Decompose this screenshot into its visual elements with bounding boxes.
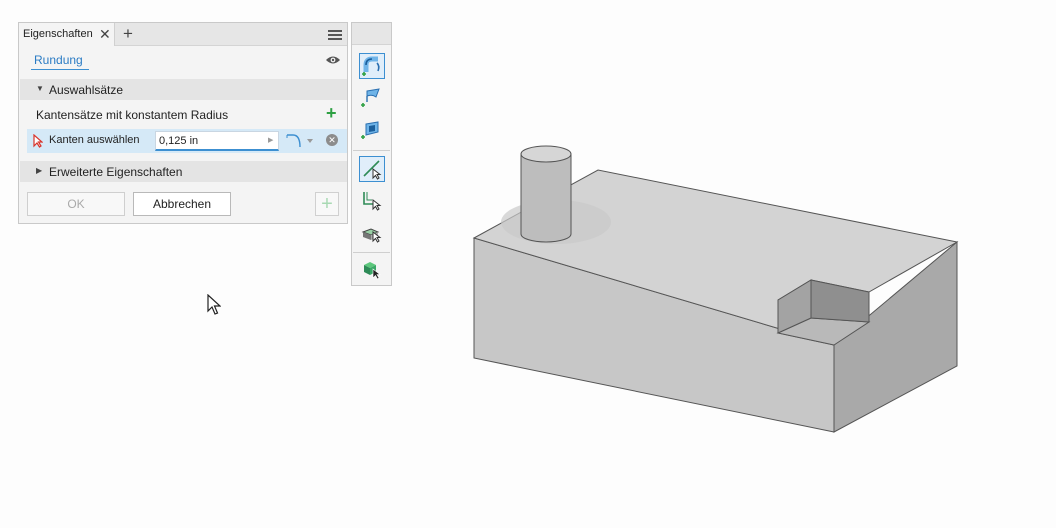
full-round-fillet-tool-icon[interactable] xyxy=(359,117,385,143)
section-advanced-properties-label: Erweiterte Eigenschaften xyxy=(49,165,183,179)
add-tab-icon[interactable]: + xyxy=(123,24,133,44)
cancel-button[interactable]: Abbrechen xyxy=(133,192,231,216)
toolbar-separator xyxy=(353,252,390,253)
select-edges-label[interactable]: Kanten auswählen xyxy=(49,134,140,146)
clear-icon[interactable]: ✕ xyxy=(326,134,338,146)
panel-tab-bar: Eigenschaften ✕ + xyxy=(19,23,347,46)
hamburger-menu-icon[interactable] xyxy=(328,30,342,40)
select-feature-tool-icon[interactable] xyxy=(359,220,385,246)
toolbar-grip[interactable] xyxy=(352,23,391,45)
select-pointer-icon xyxy=(33,134,43,148)
tab-eigenschaften[interactable]: Eigenschaften ✕ xyxy=(19,23,115,46)
apply-button[interactable]: + xyxy=(315,192,339,216)
select-loop-tool-icon[interactable] xyxy=(359,188,385,214)
select-body-tool-icon[interactable] xyxy=(359,256,385,282)
selection-toolbar xyxy=(351,22,392,286)
toolbar-separator xyxy=(353,150,390,151)
ok-button[interactable]: OK xyxy=(27,192,125,216)
tab-label: Eigenschaften xyxy=(23,28,93,40)
select-edge-tool-icon[interactable] xyxy=(359,156,385,182)
fillet-profile-dropdown[interactable] xyxy=(286,132,316,150)
properties-panel: Eigenschaften ✕ + Rundung ▼ Auswahlsätze… xyxy=(18,22,348,224)
close-icon[interactable]: ✕ xyxy=(99,26,111,42)
constant-radius-label: Kantensätze mit konstantem Radius xyxy=(36,108,229,122)
section-selection-sets-label: Auswahlsätze xyxy=(49,83,124,97)
fillet-edge-tool-icon[interactable] xyxy=(359,53,385,79)
radius-field[interactable]: ▶ xyxy=(155,131,279,151)
add-edge-set-icon[interactable]: + xyxy=(326,103,337,123)
mouse-cursor-icon xyxy=(207,294,221,315)
expand-triangle-icon: ▶ xyxy=(36,166,43,175)
section-selection-sets[interactable]: ▼ Auswahlsätze xyxy=(20,79,347,100)
eye-icon[interactable] xyxy=(325,54,341,66)
radius-menu-arrow-icon[interactable]: ▶ xyxy=(268,136,273,144)
section-advanced-properties[interactable]: ▶ Erweiterte Eigenschaften xyxy=(20,161,347,182)
fillet-face-tool-icon[interactable] xyxy=(359,85,385,111)
radius-input[interactable] xyxy=(159,134,263,148)
part-model[interactable] xyxy=(472,145,959,433)
edge-set-row[interactable]: Kanten auswählen ▶ ✕ xyxy=(27,129,347,153)
feature-name-field[interactable]: Rundung xyxy=(31,53,89,70)
collapse-triangle-icon: ▼ xyxy=(36,84,44,93)
model-viewport[interactable] xyxy=(395,0,1056,528)
